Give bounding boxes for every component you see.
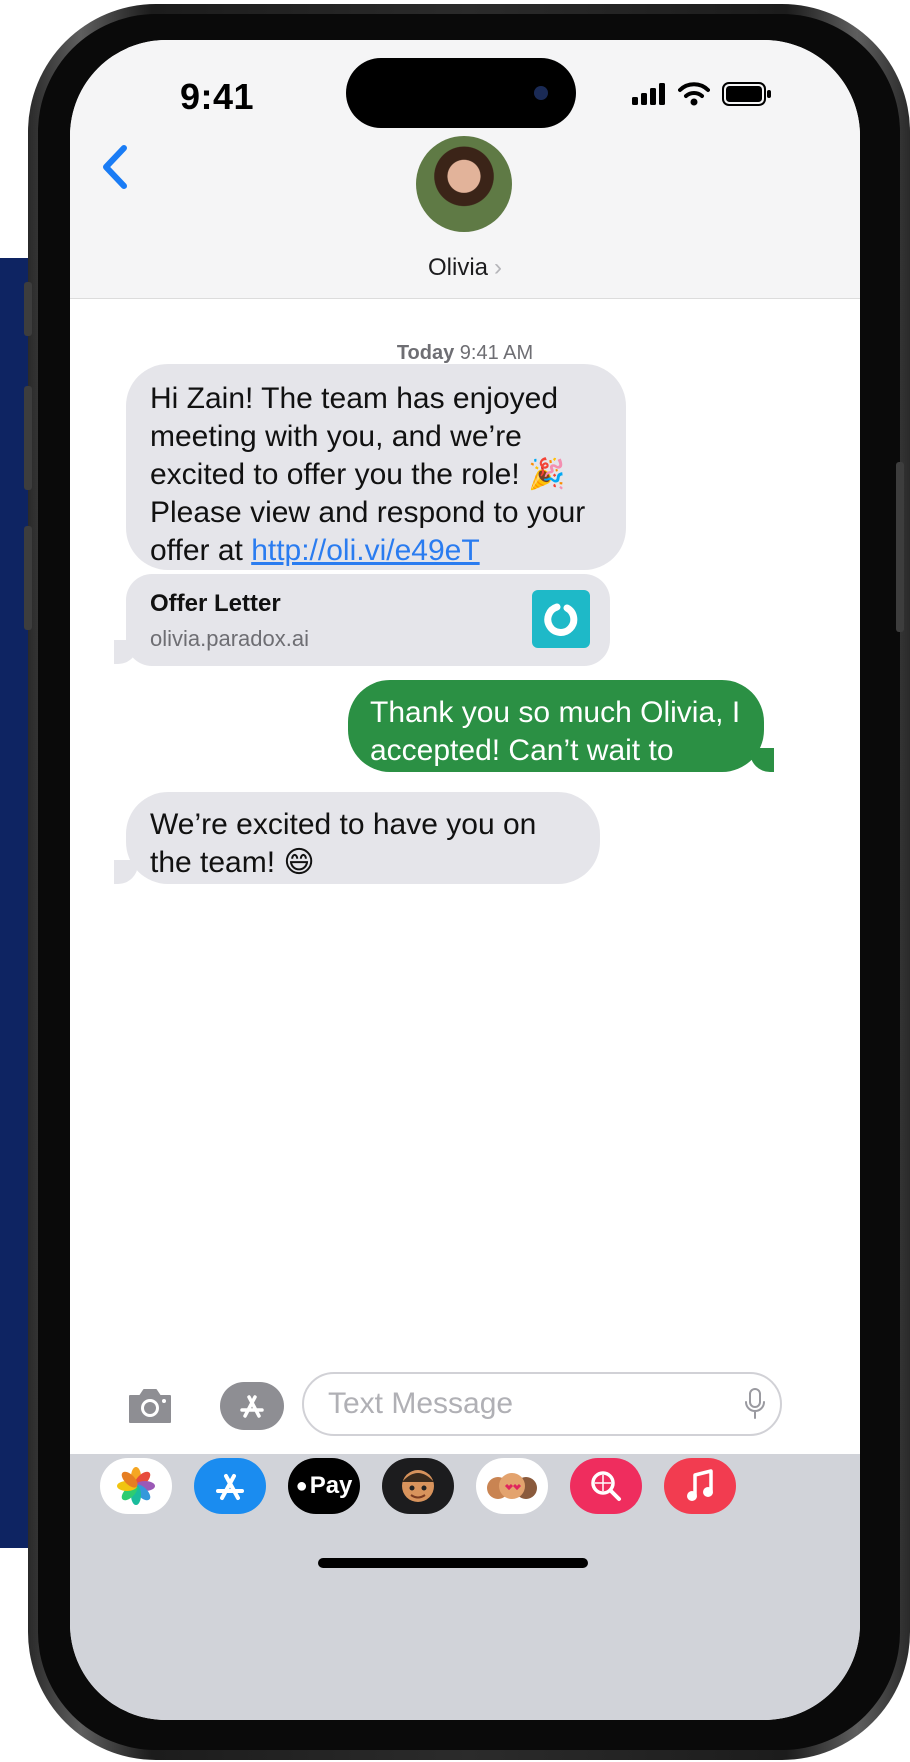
chevron-right-icon: › (494, 254, 502, 281)
dictation-button[interactable] (744, 1388, 766, 1425)
message-timestamp: Today 9:41 AM (70, 342, 860, 365)
side-button (24, 526, 32, 630)
camera-icon (129, 1389, 171, 1423)
apple-pay-label: Pay (309, 1472, 353, 1499)
back-button[interactable] (100, 144, 128, 195)
link-preview-domain: olivia.paradox.ai (150, 626, 309, 651)
battery-icon (722, 82, 771, 106)
outgoing-message-bubble[interactable]: Thank you so much Olivia, I accepted! Ca… (348, 680, 764, 805)
app-drawer: ● Pay (70, 1454, 860, 1720)
message-text: Thank you so much Olivia, I accepted! Ca… (370, 696, 741, 805)
bubble-tail (750, 748, 774, 772)
incoming-message-bubble[interactable]: We’re excited to have you on the team! 😄 (126, 792, 600, 884)
wifi-icon (678, 82, 710, 106)
bubble-tail (114, 860, 138, 884)
front-camera (534, 86, 548, 100)
offer-link[interactable]: http://oli.vi/e49eT (251, 534, 479, 567)
app-store-icon (240, 1395, 264, 1418)
timestamp-time: 9:41 AM (459, 342, 534, 364)
memoji-icon[interactable] (382, 1458, 454, 1514)
status-time: 9:41 (180, 76, 255, 117)
side-button (896, 462, 904, 632)
apple-pay-icon[interactable]: ● Pay (288, 1458, 360, 1514)
photos-app-icon[interactable] (100, 1458, 172, 1514)
chevron-left-icon (103, 145, 127, 189)
incoming-message-bubble[interactable]: Hi Zain! The team has enjoyed meeting wi… (126, 364, 626, 570)
bubble-tail (114, 640, 138, 664)
phone-screen: 9:41 Olivia › Today 9:41 AM Hi Zain! The… (70, 40, 860, 1720)
apple-logo-icon: ● (295, 1474, 308, 1497)
image-search-icon[interactable] (570, 1458, 642, 1514)
message-input[interactable] (302, 1372, 782, 1436)
camera-button[interactable] (126, 1386, 174, 1431)
link-preview-card[interactable]: Offer Letter olivia.paradox.ai (126, 574, 610, 666)
paradox-logo-icon (532, 590, 590, 648)
microphone-icon (745, 1388, 765, 1419)
cellular-signal-icon (632, 83, 665, 105)
app-store-icon[interactable] (194, 1458, 266, 1514)
music-icon[interactable] (664, 1458, 736, 1514)
side-button (24, 386, 32, 490)
home-indicator[interactable] (318, 1558, 588, 1568)
message-text: We’re excited to have you on the team! 😄 (150, 808, 537, 879)
status-icons (632, 82, 772, 106)
timestamp-day: Today (396, 342, 455, 364)
contact-name[interactable]: Olivia › (70, 254, 860, 282)
message-composer (70, 1368, 860, 1448)
contact-name-label: Olivia (427, 254, 488, 281)
side-button (24, 282, 32, 336)
app-drawer-icons: ● Pay (100, 1458, 736, 1514)
app-store-button[interactable] (220, 1382, 284, 1430)
link-preview-title: Offer Letter (150, 590, 281, 617)
dynamic-island (346, 58, 576, 128)
contact-avatar[interactable] (416, 136, 512, 232)
memoji-stickers-icon[interactable] (476, 1458, 548, 1514)
